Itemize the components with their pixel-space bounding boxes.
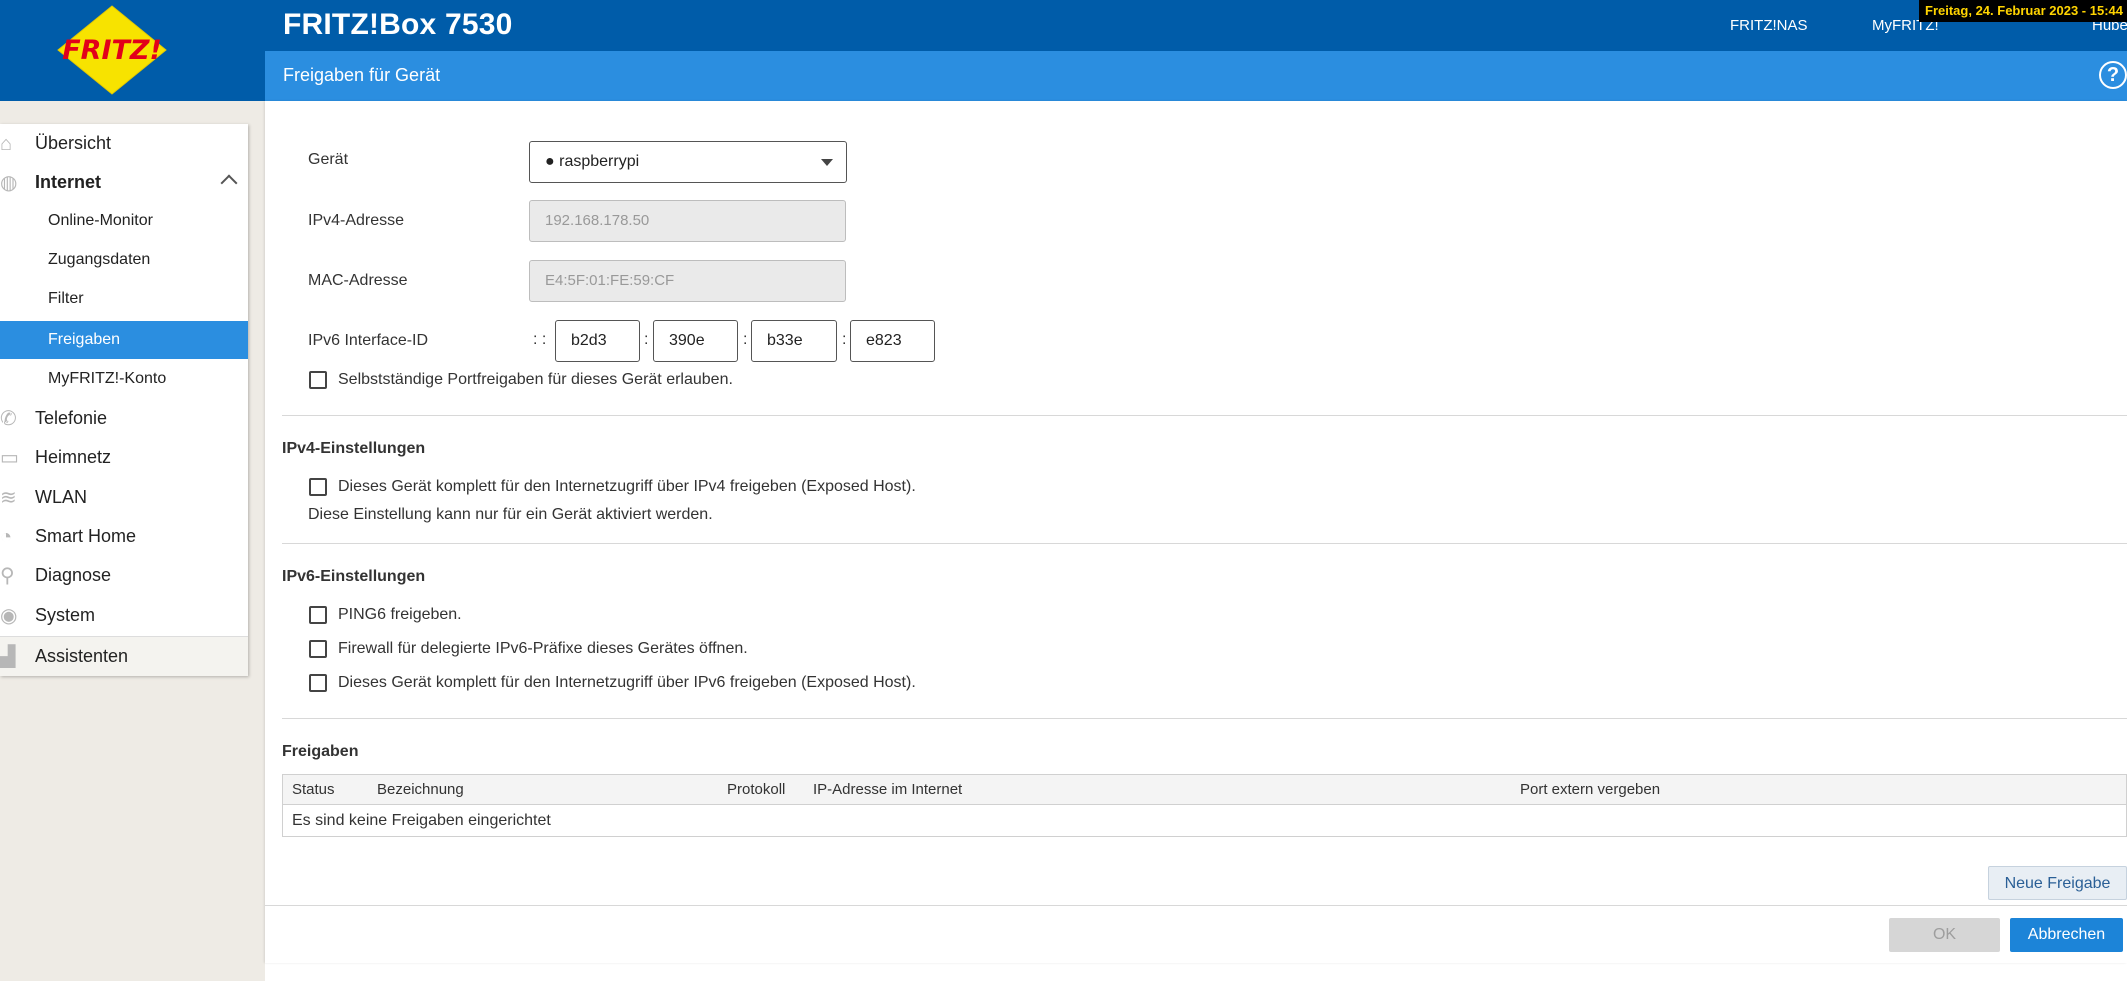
ipv6-exposed-host-label: Dieses Gerät komplett für den Internetzu…	[338, 674, 916, 691]
table-empty-row: Es sind keine Freigaben eingerichtet	[292, 812, 551, 829]
sidebar-item-filter[interactable]: Filter	[0, 280, 248, 318]
sidebar-item-diagnose[interactable]: ⚲ Diagnose	[0, 556, 248, 594]
home-icon: ⌂	[0, 133, 13, 155]
chevron-up-icon[interactable]	[220, 174, 238, 192]
sidebar-item-smart-home[interactable]: ◔ Smart Home	[0, 517, 248, 555]
column-status[interactable]: Status	[292, 781, 335, 798]
system-icon: ◉	[0, 605, 18, 627]
globe-icon: ◍	[0, 172, 18, 194]
product-title: FRITZ!Box 7530	[283, 8, 513, 41]
page-heading-bar	[265, 51, 2127, 101]
fritznas-link[interactable]: FRITZ!NAS	[1730, 17, 1808, 34]
ipv4-settings-title: IPv4-Einstellungen	[282, 440, 426, 457]
freigaben-table: Status Bezeichnung Protokoll IP-Adresse …	[282, 774, 2127, 837]
ipv6-exposed-host-checkbox[interactable]	[309, 674, 327, 692]
sidebar-item-freigaben[interactable]: Freigaben	[0, 321, 248, 359]
sidebar-item-internet[interactable]: ◍ Internet	[0, 163, 248, 201]
freigaben-title: Freigaben	[282, 743, 359, 760]
table-header: Status Bezeichnung Protokoll IP-Adresse …	[283, 775, 2126, 805]
ipv4-field: 192.168.178.50	[529, 200, 846, 242]
chevron-down-icon	[821, 159, 833, 166]
divider	[282, 415, 2127, 416]
mac-field: E4:5F:01:FE:59:CF	[529, 260, 846, 302]
logo-text: FRITZ!	[62, 35, 162, 66]
ipv6-part-1-input[interactable]: b2d3	[555, 320, 640, 362]
sidebar-item-system[interactable]: ◉ System	[0, 596, 248, 634]
sidebar-item-wlan[interactable]: ≋ WLAN	[0, 478, 248, 516]
ipv6-colon: :	[743, 331, 748, 348]
sidebar-item-zugangsdaten[interactable]: Zugangsdaten	[0, 241, 248, 279]
device-label: Gerät	[308, 151, 349, 168]
ipv6-prefix: : :	[533, 331, 547, 348]
self-port-checkbox[interactable]	[309, 371, 327, 389]
ok-button[interactable]: OK	[1889, 918, 2000, 952]
ping6-checkbox[interactable]	[309, 606, 327, 624]
firewall-ipv6-label: Firewall für delegierte IPv6-Präfixe die…	[338, 640, 748, 657]
help-icon[interactable]: ?	[2099, 61, 2127, 89]
column-bezeichnung[interactable]: Bezeichnung	[377, 781, 464, 798]
cancel-button[interactable]: Abbrechen	[2010, 918, 2123, 952]
page-title: Freigaben für Gerät	[283, 65, 441, 85]
ipv6-interface-label: IPv6 Interface-ID	[308, 332, 429, 349]
divider	[282, 718, 2127, 719]
phone-icon: ✆	[0, 408, 17, 430]
ipv6-part-3-input[interactable]: b33e	[751, 320, 837, 362]
sidebar-item-myfritz-konto[interactable]: MyFRITZ!-Konto	[0, 360, 248, 398]
sidebar-nav: ⌂ Übersicht ◍ Internet Online-Monitor Zu…	[0, 124, 248, 676]
ipv4-exposed-host-label: Dieses Gerät komplett für den Internetzu…	[338, 478, 916, 495]
sidebar-item-online-monitor[interactable]: Online-Monitor	[0, 202, 248, 240]
ping6-label: PING6 freigeben.	[338, 606, 462, 623]
diagnose-icon: ⚲	[0, 565, 15, 587]
mac-label: MAC-Adresse	[308, 272, 408, 289]
column-port-extern[interactable]: Port extern vergeben	[1520, 781, 1660, 798]
fritz-logo-icon[interactable]: FRITZ!	[52, 4, 172, 96]
sidebar-item-uebersicht[interactable]: ⌂ Übersicht	[0, 124, 248, 162]
ipv6-part-2-input[interactable]: 390e	[653, 320, 738, 362]
smarthome-icon: ◔	[0, 526, 13, 548]
wifi-icon: ≋	[0, 487, 17, 509]
column-protokoll[interactable]: Protokoll	[727, 781, 785, 798]
datetime-overlay: Freitag, 24. Februar 2023 - 15:44	[1919, 0, 2127, 22]
wizard-icon: ▟	[0, 646, 16, 668]
device-select-value: ● raspberrypi	[545, 153, 640, 170]
divider	[282, 543, 2127, 544]
ipv6-colon: :	[644, 331, 649, 348]
ipv4-label: IPv4-Adresse	[308, 212, 405, 229]
ipv6-settings-title: IPv6-Einstellungen	[282, 568, 426, 585]
self-port-label: Selbstständige Portfreigaben für dieses …	[338, 371, 733, 388]
column-ip-adresse[interactable]: IP-Adresse im Internet	[813, 781, 962, 798]
ipv6-colon: :	[842, 331, 847, 348]
ipv6-part-4-input[interactable]: e823	[850, 320, 935, 362]
sidebar-item-assistenten[interactable]: ▟ Assistenten	[0, 636, 248, 676]
ipv4-exposed-host-note: Diese Einstellung kann nur für ein Gerät…	[308, 506, 713, 523]
sidebar-item-heimnetz[interactable]: ▭ Heimnetz	[0, 438, 248, 476]
device-select[interactable]: ● raspberrypi	[529, 141, 847, 183]
firewall-ipv6-checkbox[interactable]	[309, 640, 327, 658]
new-freigabe-button[interactable]: Neue Freigabe	[1988, 866, 2127, 900]
logo-area: FRITZ!	[0, 0, 265, 101]
ipv4-exposed-host-checkbox[interactable]	[309, 478, 327, 496]
sidebar-item-telefonie[interactable]: ✆ Telefonie	[0, 399, 248, 437]
footer-divider	[265, 905, 2127, 906]
network-icon: ▭	[0, 447, 19, 469]
